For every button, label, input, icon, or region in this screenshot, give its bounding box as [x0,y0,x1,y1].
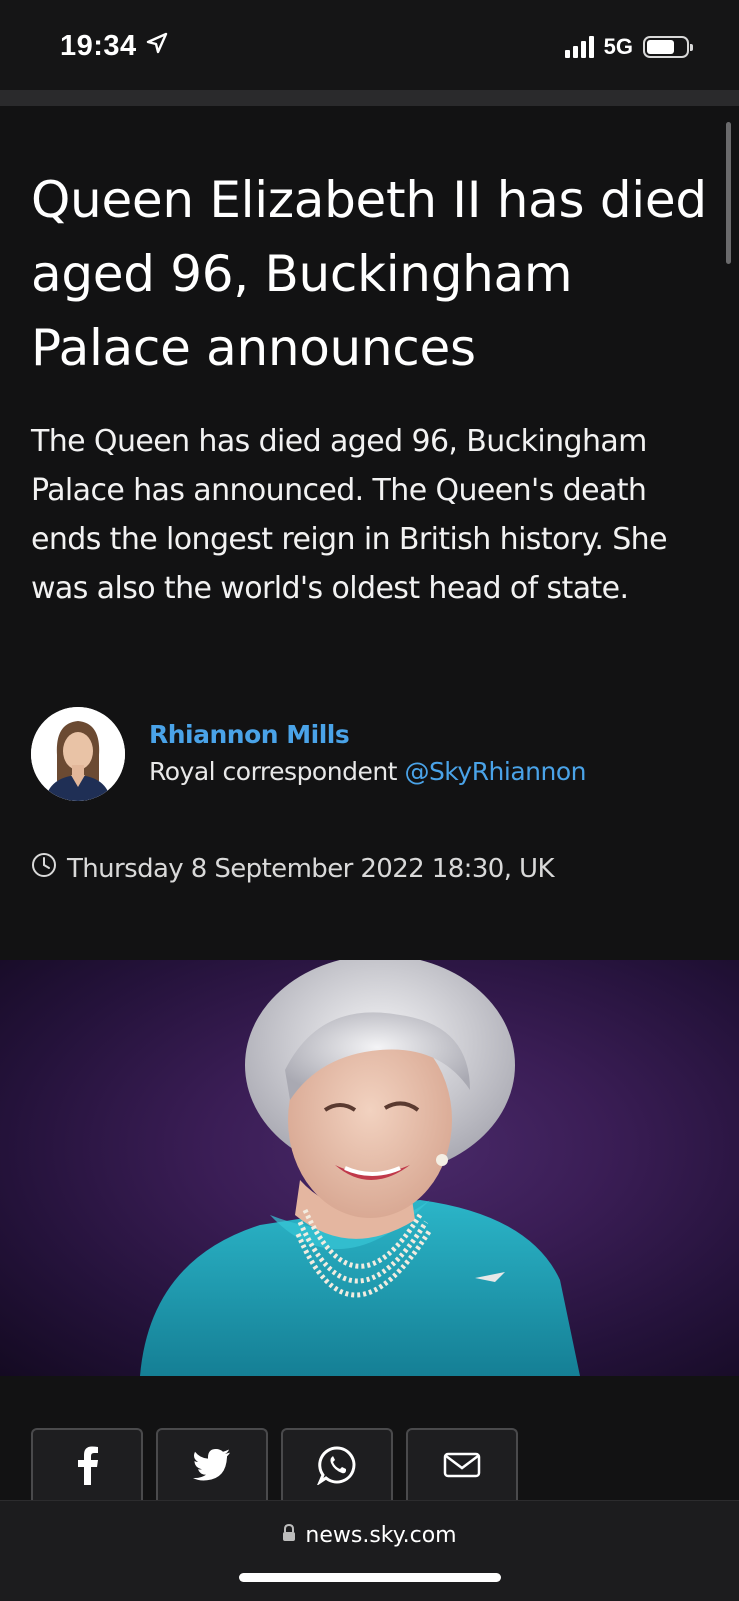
author-role: Royal correspondent [149,757,397,786]
scrollbar[interactable] [726,122,731,264]
share-whatsapp-button[interactable] [281,1428,393,1504]
share-email-button[interactable] [406,1428,518,1504]
lock-icon [282,1523,296,1548]
url-text: news.sky.com [305,1523,457,1548]
share-bar [31,1428,518,1504]
author-avatar[interactable] [31,707,125,801]
author-text: Rhiannon Mills Royal correspondent @SkyR… [149,717,586,791]
top-divider [0,90,739,106]
author-role-line: Royal correspondent @SkyRhiannon [149,753,586,791]
share-facebook-button[interactable] [31,1428,143,1504]
twitter-icon [193,1448,231,1486]
author-twitter-handle[interactable]: @SkyRhiannon [404,757,586,786]
author-byline: Rhiannon Mills Royal correspondent @SkyR… [31,707,586,801]
whatsapp-icon [316,1445,357,1490]
status-bar: 19:34 5G [0,0,739,90]
status-indicators: 5G [564,34,693,60]
share-twitter-button[interactable] [156,1428,268,1504]
signal-icon [564,36,594,58]
hero-image[interactable] [0,960,739,1376]
location-arrow-icon [145,30,169,63]
article-headline: Queen Elizabeth II has died aged 96, Buc… [31,171,707,377]
timestamp-text: Thursday 8 September 2022 18:30, UK [67,853,555,884]
browser-address-bar[interactable]: news.sky.com [0,1500,739,1601]
facebook-icon [75,1445,99,1490]
article-standfirst: The Queen has died aged 96, Buckingham P… [31,424,668,606]
network-label: 5G [603,34,633,59]
author-name-link[interactable]: Rhiannon Mills [149,717,586,753]
home-indicator[interactable] [239,1573,501,1582]
clock-icon [31,852,57,885]
url-display[interactable]: news.sky.com [0,1523,739,1548]
status-time-group: 19:34 [60,30,169,63]
email-icon [443,1452,481,1483]
status-time: 19:34 [60,30,137,62]
article-timestamp: Thursday 8 September 2022 18:30, UK [31,852,555,885]
battery-level [647,40,674,54]
battery-icon [643,36,693,58]
